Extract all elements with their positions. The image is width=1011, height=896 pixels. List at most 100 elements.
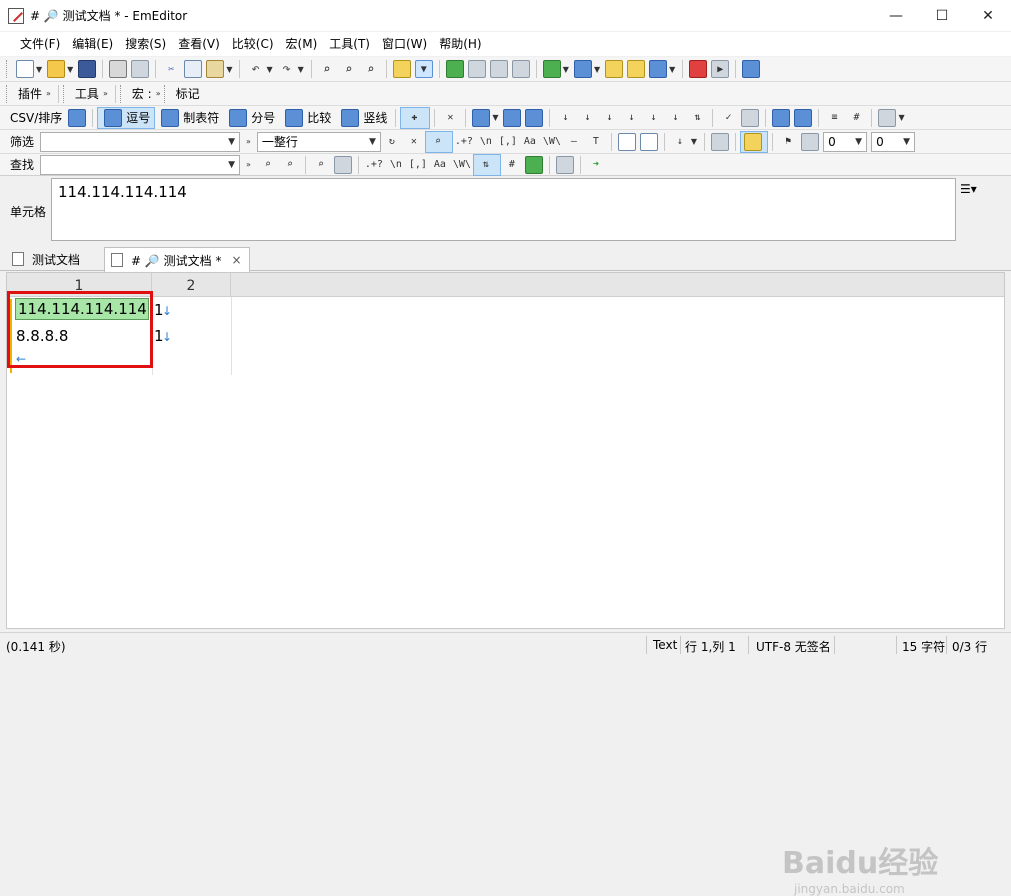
- undo-icon[interactable]: ↶: [246, 60, 264, 78]
- search-icon[interactable]: ⌕: [312, 156, 330, 174]
- record-macro-icon[interactable]: [689, 60, 708, 78]
- all-config-icon[interactable]: [627, 60, 646, 78]
- arrow-right-icon[interactable]: ➜: [587, 156, 605, 174]
- menu-search[interactable]: 搜索(S): [119, 34, 172, 54]
- case-toggle[interactable]: Aa: [521, 133, 539, 151]
- csv-sort-label[interactable]: CSV/排序: [6, 109, 66, 126]
- spell-check-icon[interactable]: ✓: [719, 109, 737, 127]
- redo-dropdown-arrow[interactable]: ▼: [298, 65, 304, 74]
- menu-tools[interactable]: 工具(T): [323, 34, 376, 54]
- wrap-icon[interactable]: [467, 60, 486, 78]
- find-previous-icon[interactable]: ⌕: [281, 156, 299, 174]
- cell-options-icon[interactable]: ☰▾: [960, 182, 977, 196]
- tools-cross-icon[interactable]: ✕: [441, 109, 459, 127]
- tools-more-chevron[interactable]: »: [103, 89, 108, 98]
- toolbar-grip[interactable]: [119, 84, 124, 103]
- arrow-down-icon[interactable]: ↓: [671, 133, 689, 151]
- chevron-down-icon[interactable]: ▼: [855, 137, 862, 147]
- status-position[interactable]: 行 1,列 1: [685, 638, 736, 655]
- paste-dropdown-arrow[interactable]: ▼: [226, 65, 232, 74]
- find-icon[interactable]: ⌕: [318, 60, 336, 78]
- join-icon[interactable]: [772, 108, 791, 127]
- tab-test-document[interactable]: 测试文档: [6, 247, 102, 271]
- print-icon[interactable]: [109, 60, 128, 78]
- arrow-dropdown[interactable]: ▼: [691, 137, 697, 146]
- menu-edit[interactable]: 编辑(E): [66, 34, 119, 54]
- split-icon[interactable]: [794, 108, 813, 127]
- cut-icon[interactable]: ✂: [162, 60, 180, 78]
- more-tools-dropdown-arrow[interactable]: ▼: [898, 113, 904, 122]
- menu-window[interactable]: 窗口(W): [376, 34, 433, 54]
- find-case-toggle[interactable]: Aa: [431, 156, 449, 174]
- csv-grid-editor[interactable]: 1 2 114.114.114.114 1 ↓ 8.8.8.8 1 ↓ ← Ba…: [6, 272, 1005, 896]
- csv-sort-icon[interactable]: [68, 108, 87, 127]
- menu-macro[interactable]: 宏(M): [280, 34, 324, 54]
- undo-dropdown-arrow[interactable]: ▼: [266, 65, 272, 74]
- clipboard-dropdown-arrow[interactable]: ▼: [563, 65, 569, 74]
- paste-icon[interactable]: [206, 60, 225, 78]
- config-icon[interactable]: [605, 60, 624, 78]
- menu-file[interactable]: 文件(F): [14, 34, 66, 54]
- run-macro-icon[interactable]: ▶: [711, 60, 730, 78]
- close-tab-icon[interactable]: ×: [231, 253, 241, 267]
- print-preview-icon[interactable]: [131, 60, 150, 78]
- toolbar-grip[interactable]: [6, 84, 10, 103]
- filter-icon[interactable]: ▼: [414, 60, 433, 78]
- encoding-icon[interactable]: [573, 60, 592, 78]
- insert-column-icon[interactable]: [525, 108, 544, 127]
- toolbar-grip[interactable]: [62, 84, 67, 103]
- plugins-label[interactable]: 插件: [14, 85, 46, 102]
- new-dropdown-arrow[interactable]: ▼: [36, 65, 42, 74]
- document-copy-icon[interactable]: [639, 132, 658, 151]
- columns-dropdown-arrow[interactable]: ▼: [492, 113, 498, 122]
- semicolon-button[interactable]: 分号: [223, 107, 279, 129]
- comma-button[interactable]: 逗号: [97, 106, 156, 129]
- find-in-files-icon[interactable]: [392, 60, 411, 78]
- tools-label[interactable]: 工具: [71, 85, 103, 102]
- menu-compare[interactable]: 比较(C): [226, 34, 280, 54]
- sort-za-icon[interactable]: ↓: [578, 109, 596, 127]
- filter-search-button[interactable]: ⌕: [424, 130, 453, 153]
- close-button[interactable]: ✕: [965, 0, 1011, 31]
- bracket-toggle[interactable]: [,]: [499, 133, 517, 151]
- sort-length-asc-icon[interactable]: ↓: [644, 109, 662, 127]
- panel-icon[interactable]: [555, 155, 574, 174]
- columns-icon[interactable]: [472, 108, 491, 127]
- vertical-bar-button[interactable]: 竖线: [335, 107, 391, 129]
- compare-button[interactable]: 比较: [279, 107, 335, 129]
- highlight-icon[interactable]: [524, 155, 543, 174]
- encoding-dropdown-arrow[interactable]: ▼: [594, 65, 600, 74]
- open-folder-icon[interactable]: [47, 60, 66, 78]
- clipboard-icon[interactable]: [542, 60, 561, 78]
- maximize-button[interactable]: ☐: [919, 0, 965, 31]
- find-more-chevron[interactable]: »: [246, 160, 251, 169]
- find-newline-toggle[interactable]: \n: [387, 156, 405, 174]
- status-mode[interactable]: Text: [653, 638, 677, 652]
- number-select-2[interactable]: 0 ▼: [871, 131, 916, 152]
- chevron-down-icon[interactable]: ▼: [369, 137, 376, 147]
- find-whole-word-toggle[interactable]: \W\: [453, 156, 471, 174]
- properties-icon[interactable]: [649, 60, 668, 78]
- numbering-icon[interactable]: ≡: [825, 109, 843, 127]
- find-next-icon[interactable]: ⌕: [340, 60, 358, 78]
- sort-09-icon[interactable]: ↓: [600, 109, 618, 127]
- toolbar-grip[interactable]: [6, 60, 10, 78]
- clear-icon[interactable]: [801, 132, 820, 151]
- flag-icon[interactable]: ⚑: [779, 133, 797, 151]
- cell-content-input[interactable]: 114.114.114.114: [51, 178, 956, 241]
- new-document-icon[interactable]: [16, 60, 34, 78]
- menu-view[interactable]: 查看(V): [172, 34, 226, 54]
- whole-word-toggle[interactable]: \W\: [543, 133, 561, 151]
- copy-icon[interactable]: [184, 60, 203, 78]
- select-column-icon[interactable]: [503, 108, 522, 127]
- chevron-down-icon[interactable]: ▼: [903, 137, 910, 147]
- macro-label[interactable]: 宏 :: [128, 85, 156, 102]
- lock-button[interactable]: [740, 130, 769, 153]
- status-encoding[interactable]: UTF-8 无签名: [756, 638, 831, 655]
- chevron-down-icon[interactable]: ▼: [228, 137, 235, 147]
- find-copy-icon[interactable]: [333, 155, 352, 174]
- refresh-icon[interactable]: ↻: [383, 133, 401, 151]
- filter-more-chevron[interactable]: »: [246, 137, 251, 146]
- regex-toggle[interactable]: .+?: [455, 133, 473, 151]
- tab-test-document-active[interactable]: # 🔎 测试文档 * ×: [104, 247, 250, 272]
